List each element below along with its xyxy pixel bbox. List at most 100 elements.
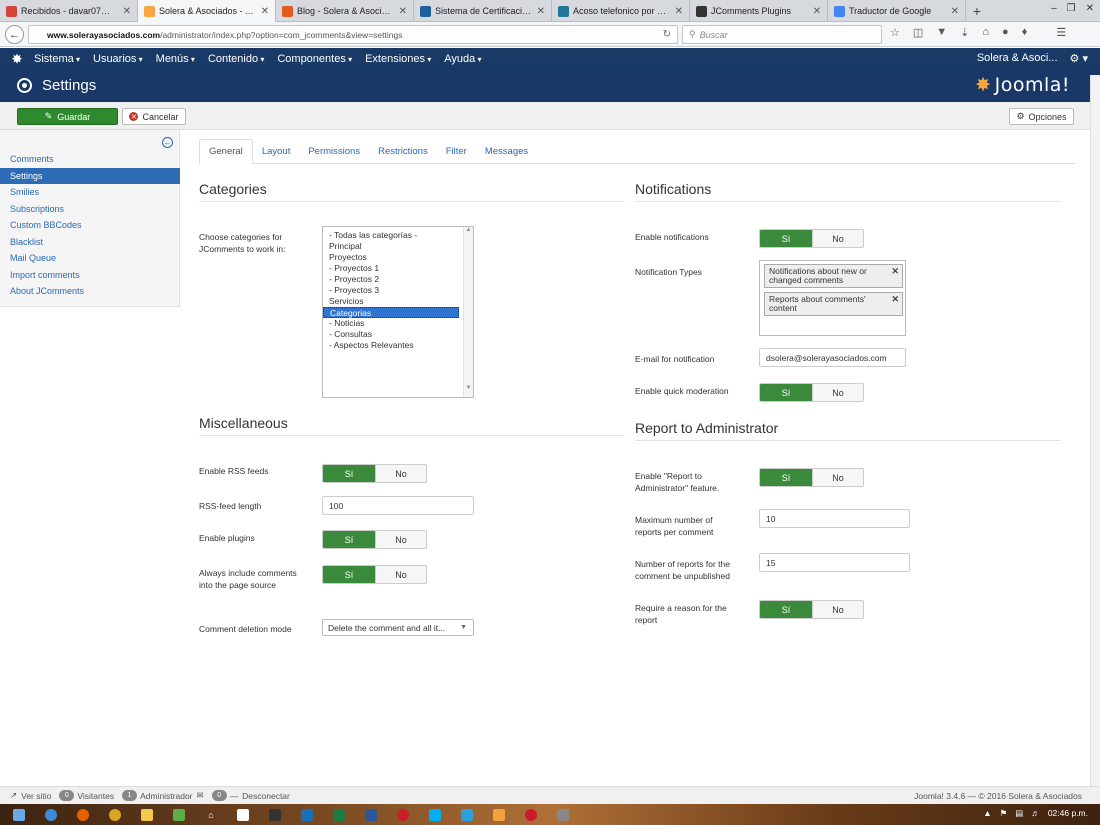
browser-tab[interactable]: JComments Plugins ✕ (690, 0, 828, 22)
tab-restrictions[interactable]: Restrictions (369, 139, 437, 164)
category-option[interactable]: Proyectos (323, 252, 459, 263)
joomla-menu-item[interactable]: Ayuda (444, 53, 481, 65)
flag-icon[interactable]: ⚑ (1000, 808, 1008, 819)
joomla-menu-item[interactable]: Contenido (208, 53, 264, 65)
download-icon[interactable]: ⇣ (960, 26, 969, 39)
toggle-yes[interactable]: Sí (760, 601, 812, 618)
start-icon[interactable] (6, 805, 32, 824)
toggle-yes[interactable]: Sí (760, 384, 812, 401)
browser-tab[interactable]: Blog - Solera & Asociados ✕ (276, 0, 414, 22)
listbox-scrollbar[interactable]: ▲ ▼ (463, 227, 473, 397)
include-comments-toggle[interactable]: Sí No (322, 565, 427, 584)
sidebar-item[interactable]: Subscriptions (0, 201, 180, 217)
tab-layout[interactable]: Layout (253, 139, 300, 164)
media-icon[interactable] (486, 805, 512, 824)
notification-types-field[interactable]: Notifications about new or changed comme… (759, 260, 906, 336)
remove-chip-icon[interactable]: ✕ (891, 295, 899, 304)
extension-icon[interactable]: ♦ (1022, 26, 1028, 39)
toggle-no[interactable]: No (375, 566, 426, 583)
remove-chip-icon[interactable]: ✕ (891, 267, 899, 276)
email-field[interactable]: dsolera@solerayasociados.com (759, 348, 906, 367)
browser-tab[interactable]: Traductor de Google ✕ (828, 0, 966, 22)
category-option[interactable]: - Noticias (323, 318, 459, 329)
close-tab-icon[interactable]: ✕ (261, 6, 269, 17)
close-tab-icon[interactable]: ✕ (123, 6, 131, 17)
joomla-logo-icon[interactable]: ✸ (0, 52, 34, 66)
tool-icon[interactable] (550, 805, 576, 824)
minimize-icon[interactable]: – (1051, 3, 1057, 14)
options-button[interactable]: ⚙ Opciones (1009, 108, 1074, 125)
document-icon[interactable] (230, 805, 256, 824)
new-tab-icon[interactable]: + (966, 0, 988, 22)
sidebar-item[interactable]: Smilies (0, 184, 180, 200)
logout-link[interactable]: Desconectar (242, 791, 290, 801)
firefox-icon[interactable] (70, 805, 96, 824)
app-icon[interactable] (166, 805, 192, 824)
sidebar-item[interactable]: Blacklist (0, 234, 180, 250)
sidebar-item[interactable]: Comments (0, 151, 180, 167)
pocket-icon[interactable]: ▼ (936, 26, 947, 39)
sidebar-item[interactable]: Import comments (0, 267, 180, 283)
browser-tab[interactable]: Sistema de Certificacion... ✕ (414, 0, 552, 22)
joomla-menu-item[interactable]: Sistema (34, 53, 80, 65)
plugins-toggle[interactable]: Sí No (322, 530, 427, 549)
sidebar-item[interactable]: About JComments (0, 283, 180, 299)
toggle-no[interactable]: No (375, 531, 426, 548)
unpublish-reports-input[interactable]: 15 (759, 553, 910, 572)
joomla-menu-item[interactable]: Usuarios (93, 53, 143, 65)
category-option[interactable]: - Proyectos 2 (323, 274, 459, 285)
network-icon[interactable]: ▤ (1015, 808, 1023, 819)
reload-icon[interactable]: ↻ (663, 29, 671, 40)
rss-length-input[interactable]: 100 (322, 496, 474, 515)
clipboard-icon[interactable]: ◫ (913, 26, 923, 39)
save-button[interactable]: ✎ Guardar (17, 108, 118, 125)
cancel-button[interactable]: ✕ Cancelar (122, 108, 186, 125)
view-site-link[interactable]: Ver sitio (21, 791, 51, 801)
toggle-yes[interactable]: Sí (760, 230, 812, 247)
tab-messages[interactable]: Messages (476, 139, 537, 164)
joomla-menu-item[interactable]: Menús (156, 53, 195, 65)
toggle-yes[interactable]: Sí (323, 566, 375, 583)
word-icon[interactable] (358, 805, 384, 824)
page-scrollbar[interactable] (1090, 75, 1100, 786)
categories-listbox[interactable]: ▲ ▼ - Todas las categorías - Principal Proy… (322, 226, 474, 398)
mail-icon[interactable]: ✉ (197, 790, 204, 801)
tray-arrow-icon[interactable]: ▲ (983, 808, 991, 819)
home-icon[interactable]: ⌂ (982, 26, 989, 39)
site-link[interactable]: Solera & Asoci... (977, 52, 1058, 65)
opera-icon[interactable] (518, 805, 544, 824)
toggle-no[interactable]: No (812, 384, 863, 401)
address-bar[interactable]: www.solerayasociados.com /administrator/… (28, 25, 678, 44)
chrome-icon[interactable] (102, 805, 128, 824)
skype-business-icon[interactable] (454, 805, 480, 824)
back-arrow-icon[interactable]: ← (5, 25, 24, 44)
acrobat-icon[interactable] (390, 805, 416, 824)
toggle-yes[interactable]: Sí (323, 531, 375, 548)
close-tab-icon[interactable]: ✕ (537, 6, 545, 17)
toggle-yes[interactable]: Sí (323, 465, 375, 482)
notifications-toggle[interactable]: Sí No (759, 229, 864, 248)
toggle-yes[interactable]: Sí (760, 469, 812, 486)
figure-icon[interactable] (262, 805, 288, 824)
collapse-sidebar-icon[interactable]: ← (162, 137, 173, 148)
toggle-no[interactable]: No (812, 469, 863, 486)
tab-general[interactable]: General (199, 139, 253, 164)
explorer-icon[interactable] (134, 805, 160, 824)
category-option[interactable]: - Proyectos 3 (323, 285, 459, 296)
toggle-no[interactable]: No (812, 601, 863, 618)
restore-icon[interactable]: ❐ (1067, 3, 1076, 14)
outlook-icon[interactable] (294, 805, 320, 824)
browser-tab[interactable]: Recibidos - davar07@g... ✕ (0, 0, 138, 22)
quick-moderation-toggle[interactable]: Sí No (759, 383, 864, 402)
home-icon[interactable]: ⌂ (198, 805, 224, 824)
category-option[interactable]: - Aspectos Relevantes (323, 340, 459, 351)
sidebar-item[interactable]: Custom BBCodes (0, 217, 180, 233)
sidebar-item[interactable]: Settings (0, 167, 180, 184)
chat-icon[interactable]: ● (1002, 26, 1009, 39)
category-option[interactable]: Categorias (323, 307, 459, 318)
category-option[interactable]: - Proyectos 1 (323, 263, 459, 274)
tab-permissions[interactable]: Permissions (299, 139, 369, 164)
toggle-no[interactable]: No (812, 230, 863, 247)
toggle-no[interactable]: No (375, 465, 426, 482)
joomla-menu-item[interactable]: Extensiones (365, 53, 431, 65)
